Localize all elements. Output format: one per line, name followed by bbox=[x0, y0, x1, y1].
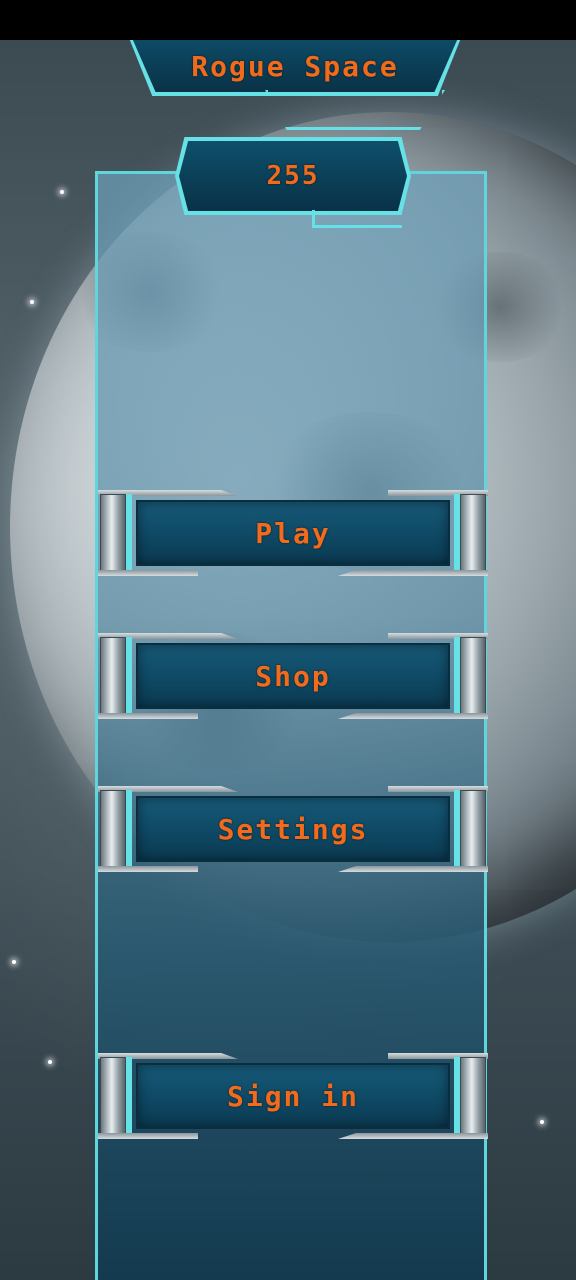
score-banner-decoration bbox=[312, 210, 402, 228]
star-icon bbox=[48, 1060, 52, 1064]
sign-in-button[interactable]: Sign in bbox=[98, 1053, 488, 1139]
status-bar bbox=[0, 0, 576, 40]
banner-connector bbox=[265, 90, 445, 130]
star-icon bbox=[60, 190, 64, 194]
score-value: 255 bbox=[266, 161, 320, 191]
main-menu-screen: Rogue Space 255 Play Shop Settings Sign … bbox=[0, 0, 576, 1280]
star-icon bbox=[12, 960, 16, 964]
star-icon bbox=[30, 300, 34, 304]
play-button[interactable]: Play bbox=[98, 490, 488, 576]
play-button-label: Play bbox=[255, 516, 331, 550]
shop-button-label: Shop bbox=[255, 659, 331, 693]
game-title: Rogue Space bbox=[191, 50, 399, 83]
shop-button[interactable]: Shop bbox=[98, 633, 488, 719]
score-banner: 255 bbox=[175, 137, 411, 215]
settings-button[interactable]: Settings bbox=[98, 786, 488, 872]
star-icon bbox=[540, 1120, 544, 1124]
sign-in-button-label: Sign in bbox=[226, 1079, 359, 1113]
settings-button-label: Settings bbox=[217, 812, 369, 846]
